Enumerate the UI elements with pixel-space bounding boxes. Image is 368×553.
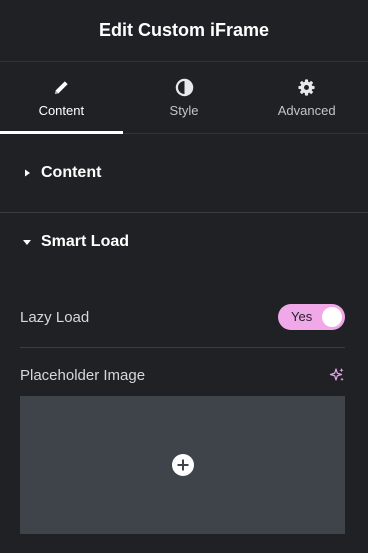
- tab-advanced-label: Advanced: [277, 102, 336, 118]
- section-content-label: Content: [41, 164, 102, 181]
- lazy-load-toggle-text: Yes: [291, 309, 313, 324]
- caret-down-icon: [23, 240, 31, 245]
- lazy-load-toggle[interactable]: Yes: [278, 304, 345, 330]
- section-content-toggle[interactable]: Content: [0, 134, 368, 213]
- panel-header: Edit Custom iFrame: [0, 0, 368, 62]
- control-divider: [20, 347, 345, 348]
- placeholder-image-control: Placeholder Image: [20, 364, 345, 386]
- tab-advanced[interactable]: Advanced: [245, 62, 368, 133]
- tab-bar: Content Style Advanced: [0, 62, 368, 134]
- tab-content-label: Content: [38, 102, 85, 118]
- pencil-icon: [54, 80, 68, 94]
- lazy-load-label: Lazy Load: [20, 308, 90, 326]
- placeholder-image-label: Placeholder Image: [20, 366, 146, 384]
- tab-style-label: Style: [169, 102, 199, 118]
- half-circle-icon: [175, 78, 193, 96]
- section-smart-load-toggle[interactable]: Smart Load: [0, 213, 368, 271]
- placeholder-image-dropzone[interactable]: [20, 396, 345, 534]
- plus-circle-icon: [171, 454, 194, 476]
- toggle-knob: [322, 307, 342, 327]
- panel-title: Edit Custom iFrame: [98, 20, 270, 40]
- sparkle-icon[interactable]: [329, 367, 345, 383]
- caret-right-icon: [25, 169, 30, 177]
- tab-content[interactable]: Content: [0, 62, 123, 134]
- lazy-load-control: Lazy Load Yes: [20, 302, 345, 332]
- gear-icon: [298, 78, 315, 96]
- tab-style[interactable]: Style: [123, 62, 246, 133]
- section-smart-load-label: Smart Load: [41, 233, 130, 250]
